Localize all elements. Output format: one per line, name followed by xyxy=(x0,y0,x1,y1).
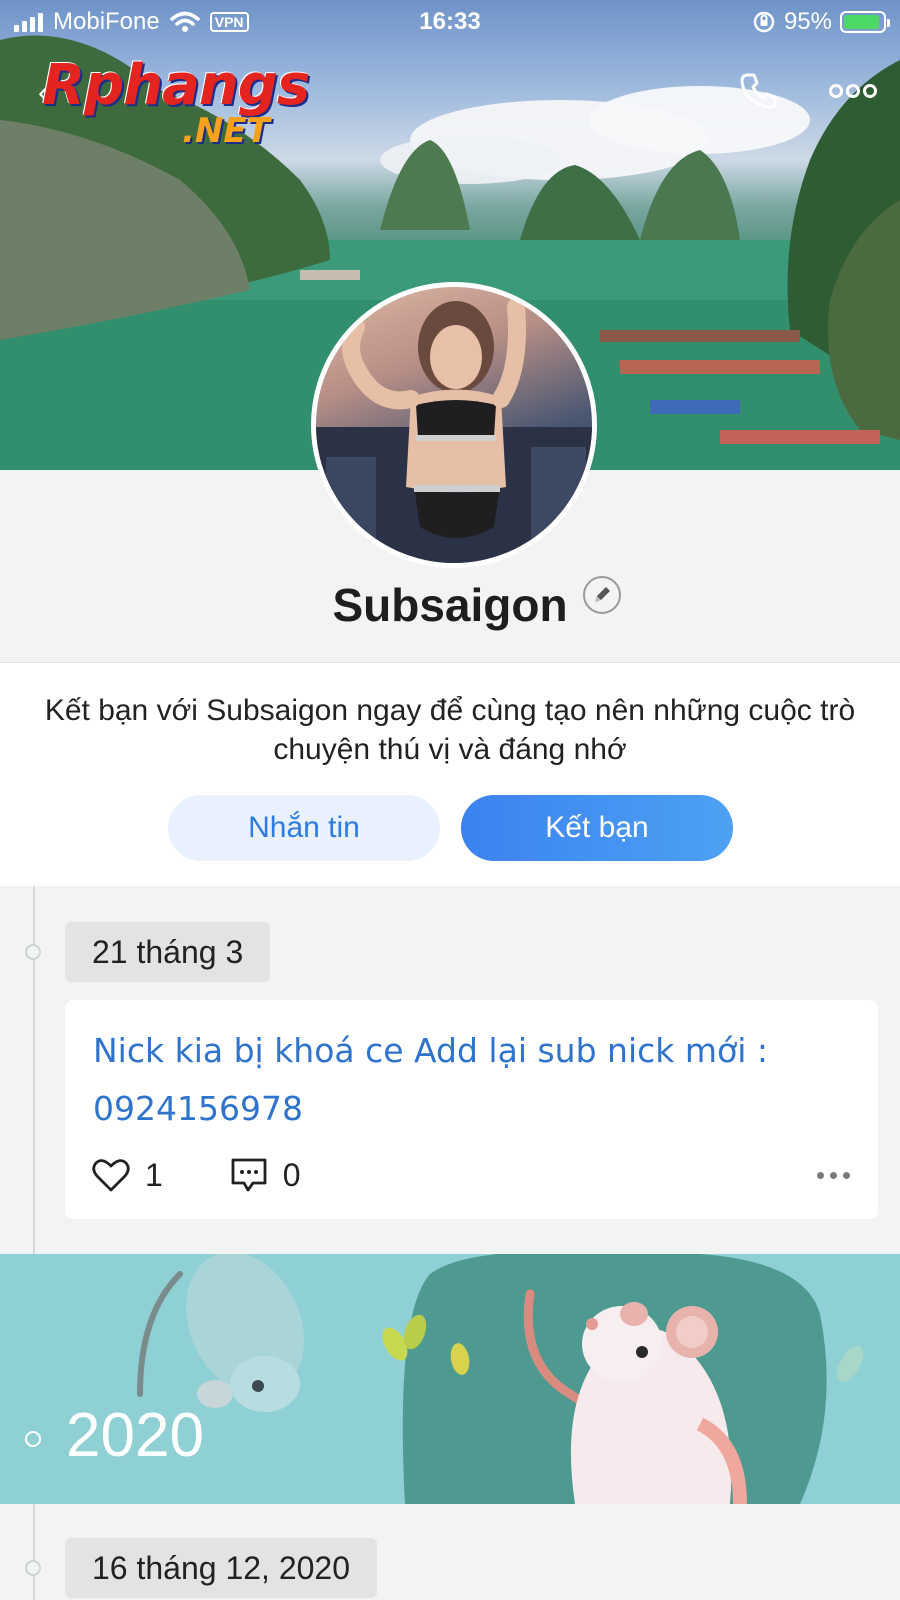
timeline-dot xyxy=(25,944,41,960)
battery-percent: 95% xyxy=(783,8,832,35)
friend-request-card: Kết bạn với Subsaigon ngay để cùng tạo n… xyxy=(0,662,900,886)
post-more-button[interactable] xyxy=(817,1172,850,1179)
watermark-line1: Rphangs xyxy=(42,53,310,118)
status-bar: MobiFone VPN 16:33 95% xyxy=(0,0,900,44)
like-button[interactable]: 1 xyxy=(91,1157,163,1194)
like-count: 1 xyxy=(145,1156,163,1193)
friend-prompt-text: Kết bạn với Subsaigon ngay để cùng tạo n… xyxy=(44,694,856,766)
watermark-line2: .NET xyxy=(182,111,270,151)
year-label: 2020 xyxy=(66,1401,204,1470)
message-button[interactable]: Nhắn tin xyxy=(168,795,440,861)
post-actions: 1 0 xyxy=(91,1156,301,1194)
profile-name: Subsaigon xyxy=(332,579,568,631)
timeline-dot xyxy=(25,1560,41,1576)
pencil-icon xyxy=(595,587,610,602)
avatar-photo xyxy=(316,298,592,563)
comment-button[interactable]: 0 xyxy=(229,1156,301,1194)
comment-icon xyxy=(231,1158,267,1192)
date-chip: 21 tháng 3 xyxy=(65,922,271,982)
timeline-dot-year xyxy=(25,1431,41,1447)
post-text[interactable]: Nick kia bị khoá ce Add lại sub nick mới… xyxy=(93,1022,853,1138)
more-horizontal-icon xyxy=(829,84,877,98)
post-card[interactable]: Nick kia bị khoá ce Add lại sub nick mới… xyxy=(65,1000,878,1219)
phone-icon xyxy=(740,73,777,109)
add-friend-button[interactable]: Kết bạn xyxy=(461,795,733,861)
more-dot xyxy=(830,1172,837,1179)
battery-icon xyxy=(840,11,890,33)
date-chip: 16 tháng 12, 2020 xyxy=(65,1538,378,1598)
edit-name-button[interactable] xyxy=(583,576,621,614)
profile-name-row: Subsaigon xyxy=(0,578,900,632)
avatar[interactable] xyxy=(311,282,597,568)
heart-icon xyxy=(92,1159,130,1192)
orientation-lock-icon xyxy=(753,11,775,33)
watermark-logo: Rphangs .NET xyxy=(42,53,310,151)
more-options-button[interactable] xyxy=(828,66,878,116)
call-button[interactable] xyxy=(733,66,783,116)
comment-count: 0 xyxy=(282,1156,301,1193)
more-dot xyxy=(817,1172,824,1179)
more-dot xyxy=(843,1172,850,1179)
